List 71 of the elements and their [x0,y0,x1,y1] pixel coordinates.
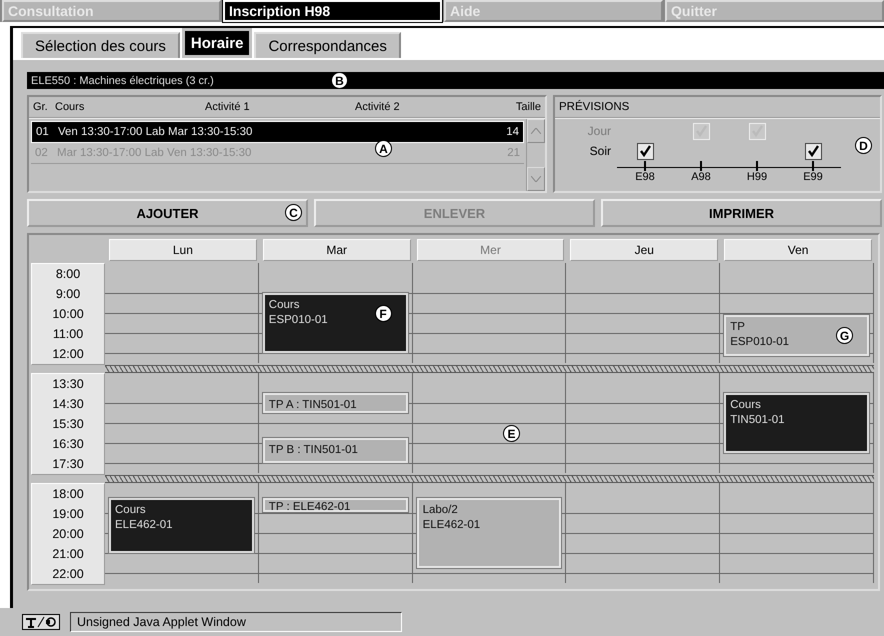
lab-block[interactable]: TP ESP010-01 G [724,315,869,356]
callout-marker: F [374,305,392,322]
column-header: Gr. [33,101,49,113]
checkbox[interactable] [804,142,822,160]
callout-marker: B [331,72,348,89]
time-label: 12:00 [51,346,85,363]
column-header: Activité 1 [205,101,251,113]
term-label: H99 [746,171,768,183]
lab-block[interactable]: TP A : TIN501-01 [262,393,408,413]
table-cell: Ven 13:30-17:00 Lab Mar 13:30-15:30 [58,126,252,138]
time-label: 19:00 [51,506,85,523]
callout-marker: A [375,140,392,157]
course-block[interactable]: Cours ELE462-01 [109,498,254,553]
action-button[interactable]: IMPRIMER [601,199,882,227]
day-header: Jeu [570,239,718,261]
time-label: 16:30 [51,436,85,453]
row-label: Jour [586,123,612,140]
event-label: Labo/2 ELE462-01 [422,504,480,531]
time-label: 22:00 [51,566,85,583]
time-label: 17:30 [51,456,85,473]
status-text: Unsigned Java Applet Window [70,612,402,632]
column-header: Activité 2 [355,101,401,113]
callout-marker: C [285,204,302,221]
course-title: ELE550 : Machines électriques (3 cr.) [31,74,214,86]
callout-marker: G [836,327,853,344]
row-label: Soir [588,143,612,160]
time-label: 9:00 [54,286,82,303]
day-header: Mar [262,239,411,261]
term-label: A98 [691,171,711,183]
event-label: TP ESP010-01 [730,321,790,348]
callout-marker: D [855,137,872,154]
time-label: 21:00 [51,546,85,563]
callout-marker: E [503,425,520,442]
event-label: TP B : TIN501-01 [268,444,358,456]
event-label: Cours ESP010-01 [268,299,328,326]
table-cell-text: 01 [36,126,50,138]
column-header: Taille [516,101,541,113]
tab[interactable]: Horaire [182,28,252,58]
course-block[interactable]: Cours TIN501-01 [724,393,869,453]
action-button[interactable]: AJOUTER C [27,199,308,227]
table-cell: 14 [506,126,519,138]
tab[interactable]: Correspondances [254,32,401,58]
panel-title: PRÉVISIONS [559,101,630,113]
time-label: 14:30 [51,396,85,413]
day-header: Lun [109,239,257,261]
time-label: 20:00 [51,526,85,543]
time-label: 18:00 [51,486,85,503]
event-label: TP : ELE462-01 [268,501,350,513]
course-block[interactable]: Cours ESP010-01 F [262,293,408,353]
group-row[interactable]: 01 Ven 13:30-17:00 Lab Mar 13:30-15:30 14 [31,121,524,143]
lab-block[interactable]: TP : ELE462-01 [262,498,408,512]
day-header: Mer [416,239,564,261]
term-label: E98 [635,171,655,183]
tab[interactable]: Sélection des cours [21,32,180,58]
event-label: Cours ELE462-01 [115,504,173,531]
scroll-up-button[interactable] [527,119,545,143]
time-label: 13:30 [51,376,85,393]
event-label: Cours TIN501-01 [730,399,785,426]
menu-button[interactable]: Inscription H98 [223,0,442,22]
term-label: E99 [803,171,823,183]
column-header: Cours [55,101,86,113]
time-label: 8:00 [54,266,82,283]
applet-icon [22,614,60,630]
scroll-down-button[interactable] [527,167,545,191]
checkbox[interactable] [636,142,654,160]
day-header: Ven [724,239,872,261]
time-label: 15:30 [51,416,85,433]
time-label: 11:00 [52,326,84,343]
time-label: 10:00 [51,306,85,323]
lab-block[interactable]: TP B : TIN501-01 [262,438,408,463]
event-label: TP A : TIN501-01 [268,399,357,411]
